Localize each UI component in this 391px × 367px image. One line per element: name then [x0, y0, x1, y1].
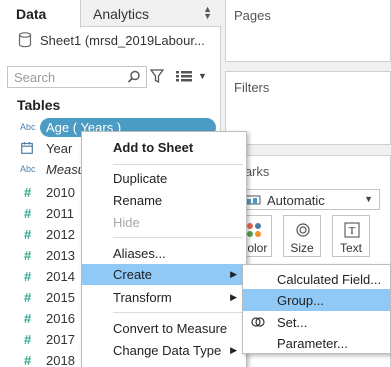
datasource-item[interactable]: Sheet1 (mrsd_2019Labour...	[0, 30, 221, 52]
menu-item-create[interactable]: Create ▶	[82, 264, 246, 285]
menu-item-label: Duplicate	[113, 171, 168, 186]
datasource-name: Sheet1 (mrsd_2019Labour...	[40, 33, 205, 48]
number-type-icon: #	[24, 269, 32, 284]
menu-item-duplicate[interactable]: Duplicate	[82, 168, 246, 189]
menu-separator	[113, 312, 243, 313]
submenu-item-label: Parameter...	[277, 336, 348, 351]
pages-shelf[interactable]: Pages	[225, 0, 391, 62]
tab-data[interactable]: Data	[0, 0, 81, 28]
database-icon	[18, 32, 32, 48]
field-label: 2011	[46, 206, 74, 221]
menu-item-label: Rename	[113, 193, 163, 208]
number-type-icon: #	[24, 206, 32, 221]
submenu-arrow-icon: ▶	[230, 292, 237, 302]
tab-data-label: Data	[16, 6, 47, 22]
text-label: Text	[339, 241, 362, 255]
size-button[interactable]: Size	[283, 215, 321, 257]
field-label: 2014	[46, 269, 75, 284]
tables-heading: Tables	[17, 97, 61, 113]
updown-arrows-icon[interactable]: ▲ ▼	[203, 5, 212, 21]
number-type-icon: #	[24, 332, 32, 347]
submenu-item-label: Group...	[277, 293, 324, 308]
menu-item-label: Change Data Type	[113, 343, 222, 358]
submenu-arrow-icon: ▶	[230, 269, 237, 279]
field-label: 2018	[46, 353, 75, 367]
set-icon	[251, 317, 265, 327]
search-icon[interactable]	[127, 70, 141, 84]
filter-icon[interactable]	[150, 69, 164, 84]
filters-title: Filters	[234, 80, 270, 95]
calendar-icon	[21, 142, 33, 154]
submenu-item-label: Calculated Field...	[277, 272, 382, 287]
menu-item-add-to-sheet[interactable]: Add to Sheet	[82, 137, 246, 158]
size-label: Size	[290, 241, 314, 255]
menu-item-label: Convert to Measure	[113, 321, 228, 336]
submenu-arrow-icon: ▶	[230, 345, 237, 355]
field-label: 2012	[46, 227, 75, 242]
field-label: Year	[46, 141, 73, 156]
menu-item-label: Create	[113, 267, 153, 282]
search-input[interactable]	[8, 67, 126, 87]
submenu-item-parameter[interactable]: Parameter...	[243, 332, 390, 354]
menu-item-rename[interactable]: Rename	[82, 190, 246, 211]
search-box[interactable]	[7, 66, 147, 88]
menu-item-convert-to-measure[interactable]: Convert to Measure	[82, 318, 246, 339]
color-icon	[247, 223, 261, 237]
list-view-icon[interactable]	[176, 71, 192, 82]
chevron-down-icon[interactable]: ▼	[198, 71, 207, 81]
submenu-item-set[interactable]: Set...	[243, 311, 390, 333]
field-label: 2016	[46, 311, 75, 326]
field-label: 2010	[46, 185, 75, 200]
chevron-down-icon: ▼	[364, 194, 373, 204]
menu-separator	[113, 237, 243, 238]
text-button[interactable]: T Text	[332, 215, 370, 257]
string-type-icon: Abc	[20, 122, 36, 132]
tab-analytics[interactable]: Analytics ▲ ▼	[81, 0, 221, 27]
svg-text:T: T	[349, 225, 356, 237]
number-type-icon: #	[24, 353, 32, 367]
submenu-item-label: Set...	[277, 315, 308, 330]
mark-type-dropdown[interactable]: Automatic ▼	[234, 189, 380, 210]
field-label: 2013	[46, 248, 75, 263]
size-icon	[296, 223, 310, 237]
menu-item-hide: Hide	[82, 212, 246, 233]
menu-item-label: Transform	[113, 290, 172, 305]
menu-item-label: Hide	[113, 215, 140, 230]
tab-analytics-label: Analytics	[93, 6, 150, 22]
string-type-icon: Abc	[20, 164, 36, 174]
field-label: 2017	[46, 332, 75, 347]
pages-title: Pages	[234, 8, 271, 23]
field-label: 2015	[46, 290, 75, 305]
menu-item-transform[interactable]: Transform ▶	[82, 287, 246, 308]
submenu-item-group[interactable]: Group...	[243, 289, 390, 311]
create-submenu: Calculated Field... Group... Set... Para…	[242, 264, 391, 354]
menu-item-change-data-type[interactable]: Change Data Type ▶	[82, 340, 246, 361]
tab-bar: Data Analytics ▲ ▼	[0, 0, 221, 28]
context-menu: Add to Sheet Duplicate Rename Hide Alias…	[81, 131, 247, 367]
menu-item-aliases[interactable]: Aliases...	[82, 243, 246, 264]
menu-item-label: Aliases...	[113, 246, 166, 261]
menu-item-label: Add to Sheet	[113, 140, 194, 155]
filters-shelf[interactable]: Filters	[225, 71, 391, 145]
mark-type-label: Automatic	[267, 193, 325, 208]
text-icon: T	[344, 222, 360, 238]
number-type-icon: #	[24, 185, 32, 200]
number-type-icon: #	[24, 248, 32, 263]
number-type-icon: #	[24, 311, 32, 326]
submenu-item-calculated-field[interactable]: Calculated Field...	[243, 268, 390, 290]
number-type-icon: #	[24, 290, 32, 305]
number-type-icon: #	[24, 227, 32, 242]
menu-separator	[113, 164, 243, 165]
